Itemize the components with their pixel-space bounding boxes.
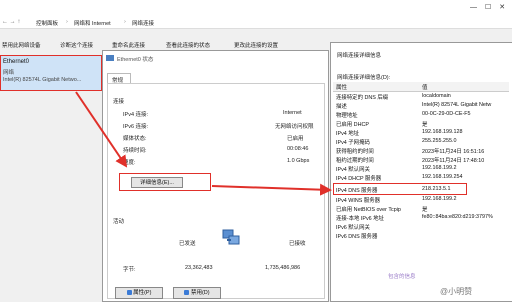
note-text: 包含的信息	[388, 274, 416, 280]
watermark: @小明赞	[440, 287, 473, 296]
arrow-to-dns	[211, 183, 332, 196]
annotation-arrows	[75, 91, 332, 196]
arrow-to-details	[75, 91, 128, 168]
